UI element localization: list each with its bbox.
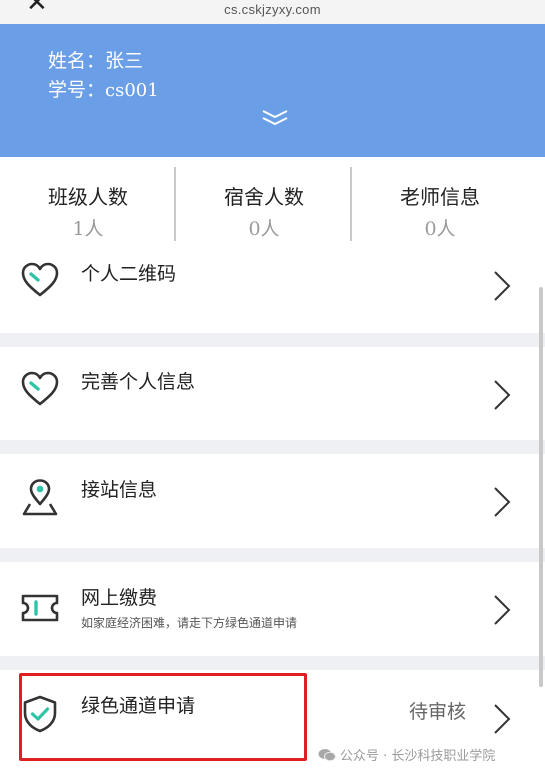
stat-title: 班级人数 bbox=[48, 185, 128, 209]
menu-item-complete-profile[interactable]: 完善个人信息 bbox=[0, 347, 545, 440]
stats-panel: 班级人数 1人 宿舍人数 0人 老师信息 0人 bbox=[0, 157, 545, 247]
name-line: 姓名：张三 bbox=[48, 46, 143, 73]
ticket-icon bbox=[21, 594, 59, 622]
menu-item-subtitle: 如家庭经济困难，请走下方绿色通道申请 bbox=[81, 616, 298, 630]
student-id-line: 学号：cs001 bbox=[48, 75, 159, 102]
menu-item-qr-code[interactable]: 个人二维码 bbox=[0, 247, 545, 333]
chevron-right-icon bbox=[494, 380, 511, 410]
heart-icon bbox=[21, 371, 59, 406]
menu-item-title: 完善个人信息 bbox=[81, 371, 196, 393]
stat-class-size[interactable]: 班级人数 1人 bbox=[0, 157, 176, 247]
chevron-right-icon bbox=[494, 704, 511, 734]
name-label: 姓名： bbox=[48, 50, 106, 72]
location-pin-icon bbox=[22, 479, 58, 516]
url-text: cs.cskjzyxy.com bbox=[224, 2, 321, 17]
menu-item-online-payment[interactable]: 网上缴费 如家庭经济困难，请走下方绿色通道申请 bbox=[0, 562, 545, 656]
stat-dorm-size[interactable]: 宿舍人数 0人 bbox=[176, 157, 352, 247]
status-badge: 待审核 bbox=[409, 701, 467, 723]
scrollbar[interactable] bbox=[539, 287, 543, 687]
wechat-icon bbox=[318, 748, 336, 761]
profile-header: 姓名：张三 学号：cs001 bbox=[0, 24, 545, 157]
stat-title: 宿舍人数 bbox=[224, 185, 304, 209]
chevron-right-icon bbox=[494, 271, 511, 301]
heart-icon bbox=[21, 262, 59, 297]
stat-teacher-info[interactable]: 老师信息 0人 bbox=[352, 157, 528, 247]
menu-item-title: 个人二维码 bbox=[81, 263, 177, 285]
watermark-text: 公众号 · 长沙科技职业学院 bbox=[340, 749, 496, 764]
stat-value: 0人 bbox=[248, 218, 280, 240]
chevron-right-icon bbox=[494, 595, 511, 625]
double-chevron-down-icon[interactable] bbox=[261, 108, 289, 126]
stat-value: 0人 bbox=[424, 218, 456, 240]
menu-item-title: 网上缴费 bbox=[81, 587, 158, 609]
name-value: 张三 bbox=[105, 50, 144, 72]
browser-bar: ✕ cs.cskjzyxy.com bbox=[0, 0, 545, 24]
stat-value: 1人 bbox=[72, 218, 104, 240]
stat-title: 老师信息 bbox=[400, 185, 480, 209]
student-id-label: 学号： bbox=[48, 79, 106, 101]
student-id-value: cs001 bbox=[105, 80, 159, 101]
highlight-box bbox=[19, 673, 307, 761]
chevron-right-icon bbox=[494, 487, 511, 517]
watermark: 公众号 · 长沙科技职业学院 bbox=[318, 745, 495, 764]
menu-item-pickup-info[interactable]: 接站信息 bbox=[0, 454, 545, 548]
menu-item-title: 接站信息 bbox=[81, 479, 158, 501]
